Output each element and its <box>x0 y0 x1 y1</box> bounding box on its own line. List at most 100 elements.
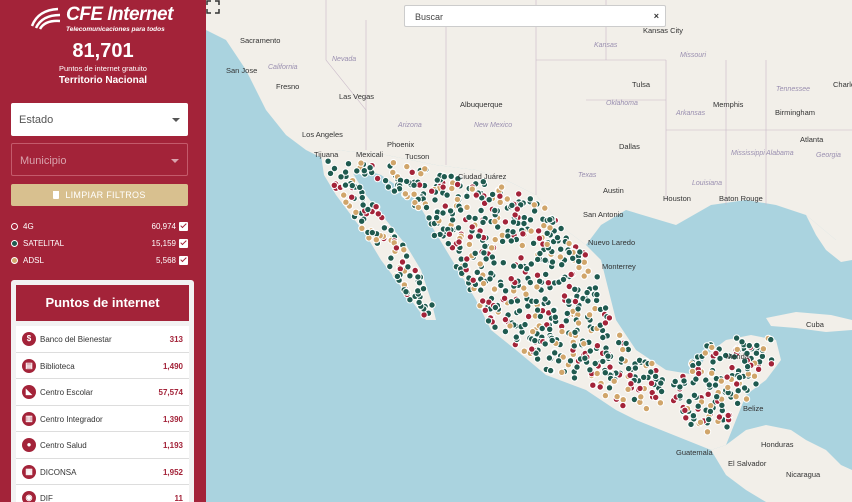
map-marker[interactable] <box>341 181 350 189</box>
map-marker[interactable] <box>356 183 364 192</box>
map-marker[interactable] <box>767 335 775 344</box>
map-marker[interactable] <box>591 284 600 292</box>
map-marker[interactable] <box>337 173 345 181</box>
map-marker[interactable] <box>593 342 602 350</box>
map-marker[interactable] <box>557 224 565 233</box>
map-search-input[interactable]: Buscar × <box>404 5 666 27</box>
map-marker[interactable] <box>586 366 594 374</box>
map-marker[interactable] <box>479 297 487 305</box>
map-marker[interactable] <box>610 377 618 385</box>
map-marker[interactable] <box>440 173 449 181</box>
map-marker[interactable] <box>754 365 763 373</box>
map-marker[interactable] <box>534 227 543 235</box>
map-marker[interactable] <box>484 317 493 325</box>
map-marker[interactable] <box>497 281 505 290</box>
map-marker[interactable] <box>521 320 529 329</box>
map-marker[interactable] <box>585 311 594 319</box>
clear-filters-button[interactable]: LIMPIAR FILTROS <box>11 184 188 206</box>
map-marker[interactable] <box>695 369 703 378</box>
map-marker[interactable] <box>522 290 530 298</box>
map-marker[interactable] <box>605 384 614 392</box>
map-marker[interactable] <box>651 372 660 381</box>
map-marker[interactable] <box>474 232 483 240</box>
map-marker[interactable] <box>536 312 545 321</box>
map-marker[interactable] <box>509 218 518 226</box>
map-marker[interactable] <box>528 345 536 353</box>
map-marker[interactable] <box>386 262 394 271</box>
map-marker[interactable] <box>482 255 490 263</box>
map-marker[interactable] <box>445 230 454 238</box>
map-marker[interactable] <box>366 164 374 172</box>
map-marker[interactable] <box>750 372 759 380</box>
map-marker[interactable] <box>676 392 684 400</box>
map-marker[interactable] <box>469 276 477 284</box>
map-marker[interactable] <box>706 407 715 416</box>
map-marker[interactable] <box>530 201 538 209</box>
map-marker[interactable] <box>488 244 496 252</box>
map-marker[interactable] <box>715 413 724 421</box>
map-marker[interactable] <box>571 285 579 293</box>
map-marker[interactable] <box>728 363 736 372</box>
map-marker[interactable] <box>574 319 583 327</box>
map-marker[interactable] <box>570 374 579 382</box>
map-marker[interactable] <box>500 294 509 302</box>
map-marker[interactable] <box>384 183 393 191</box>
map-marker[interactable] <box>453 180 462 189</box>
map-marker[interactable] <box>652 393 660 402</box>
map-marker[interactable] <box>553 233 562 242</box>
map-marker[interactable] <box>745 341 753 350</box>
map-marker[interactable] <box>558 327 566 336</box>
map-marker[interactable] <box>453 195 462 204</box>
map-marker[interactable] <box>527 227 535 235</box>
legend-checkbox[interactable] <box>179 222 188 231</box>
map-marker[interactable] <box>573 363 581 371</box>
map-marker[interactable] <box>387 254 395 262</box>
map-marker[interactable] <box>543 229 551 238</box>
map-marker[interactable] <box>753 341 761 350</box>
map-marker[interactable] <box>348 193 356 201</box>
map-marker[interactable] <box>425 214 433 222</box>
map-marker[interactable] <box>564 297 573 305</box>
map-marker[interactable] <box>535 234 544 243</box>
map-marker[interactable] <box>562 317 570 325</box>
map-marker[interactable] <box>657 387 666 396</box>
map-marker[interactable] <box>389 168 397 177</box>
map-marker[interactable] <box>593 369 601 378</box>
legend-4g[interactable]: 4G 60,974 <box>11 220 188 234</box>
map-marker[interactable] <box>601 369 609 377</box>
map-marker[interactable] <box>556 253 564 261</box>
map-marker[interactable] <box>471 249 479 258</box>
legend-checkbox[interactable] <box>179 239 188 248</box>
list-item[interactable]: ▦ DICONSA 1,952 <box>16 458 189 485</box>
map-marker[interactable] <box>448 216 457 224</box>
map-marker[interactable] <box>694 402 702 410</box>
map-marker[interactable] <box>705 381 713 389</box>
map-marker[interactable] <box>403 177 411 186</box>
map-marker[interactable] <box>372 236 381 244</box>
map-marker[interactable] <box>515 307 524 315</box>
map-marker[interactable] <box>353 167 361 175</box>
map-marker[interactable] <box>593 290 601 299</box>
map-marker[interactable] <box>348 181 357 190</box>
map-marker[interactable] <box>601 304 610 312</box>
map-marker[interactable] <box>526 195 534 203</box>
map-marker[interactable] <box>368 228 377 237</box>
map-marker[interactable] <box>402 288 410 296</box>
map-marker[interactable] <box>501 218 510 226</box>
map-marker[interactable] <box>372 203 380 211</box>
map-marker[interactable] <box>567 270 575 279</box>
map-marker[interactable] <box>340 191 348 199</box>
map-marker[interactable] <box>330 181 339 190</box>
map-marker[interactable] <box>548 258 557 266</box>
map-marker[interactable] <box>596 383 604 391</box>
map-marker[interactable] <box>479 279 488 288</box>
map-marker[interactable] <box>615 338 623 347</box>
list-item[interactable]: ◣ Centro Escolar 57,574 <box>16 379 189 406</box>
map-marker[interactable] <box>479 218 487 227</box>
map-marker[interactable] <box>404 263 412 271</box>
map-marker[interactable] <box>717 377 725 385</box>
map-marker[interactable] <box>767 360 776 368</box>
map-marker[interactable] <box>490 259 498 267</box>
map-marker[interactable] <box>441 202 450 210</box>
map-marker[interactable] <box>574 305 582 313</box>
